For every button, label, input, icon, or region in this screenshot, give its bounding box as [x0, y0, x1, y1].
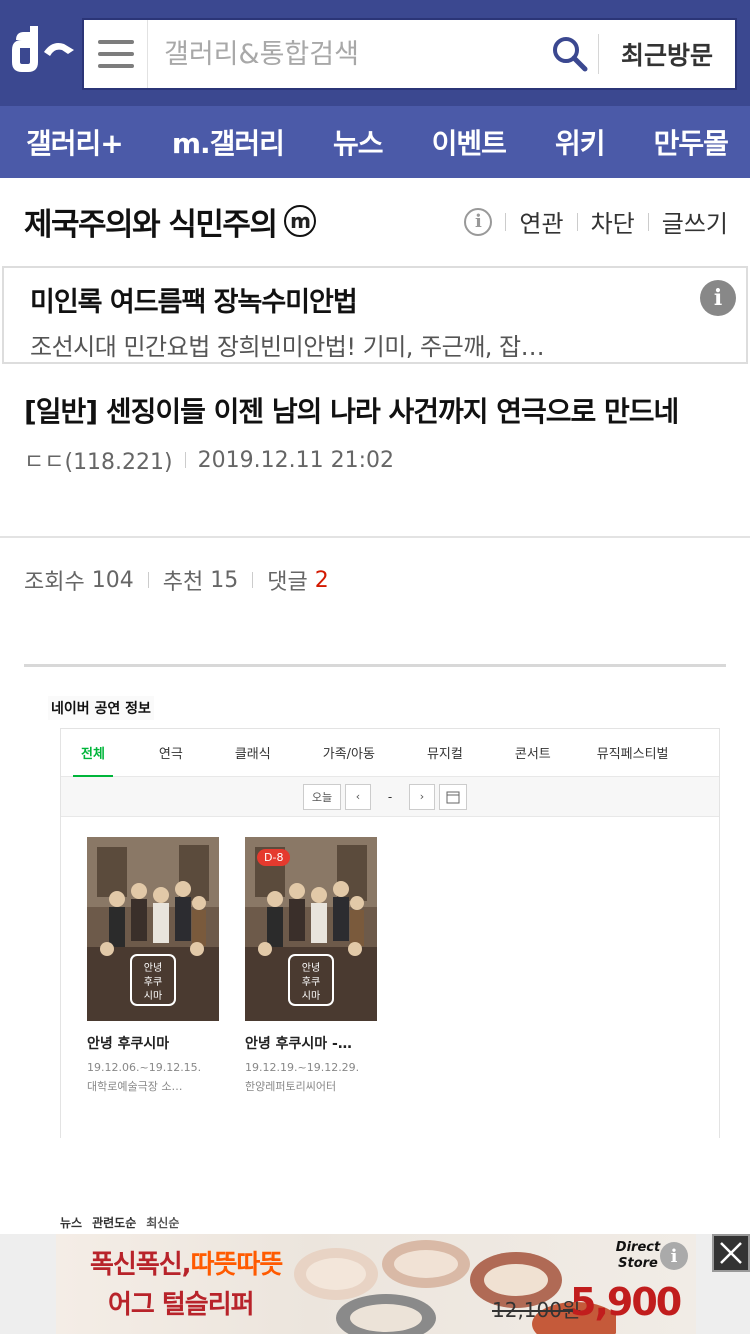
- recommend-count: 15: [210, 567, 239, 593]
- today-button: 오늘: [303, 783, 341, 810]
- svg-text:후쿠: 후쿠: [302, 976, 320, 988]
- svg-text:시마: 시마: [144, 990, 162, 1002]
- tab-classic: 클래식: [234, 747, 271, 762]
- tab-family: 가족/아동: [322, 747, 375, 762]
- nav-item-event[interactable]: 이벤트: [432, 122, 507, 162]
- recent-visit-button[interactable]: 최근방문: [599, 36, 735, 72]
- prev-date-icon: ‹: [345, 783, 371, 810]
- poster-image: 안녕 후쿠 시마: [87, 837, 219, 1021]
- close-icon[interactable]: [712, 1234, 750, 1272]
- views-count: 104: [91, 567, 134, 593]
- post-author[interactable]: ㄷㄷ(118.221): [24, 444, 173, 476]
- poster-item: 안녕 후쿠 시마 안녕 후쿠시마 19.12.06.~19.12.15. 대학로…: [87, 837, 219, 1094]
- ad-description: 조선시대 민간요법 장희빈미안법! 기미, 주근깨, 잡…: [30, 333, 545, 361]
- post-meta: ㄷㄷ(118.221) 2019.12.11 21:02: [24, 444, 726, 476]
- svg-text:안녕: 안녕: [302, 962, 320, 974]
- divider: [147, 572, 149, 588]
- dc-logo-icon[interactable]: [8, 22, 78, 82]
- hamburger-line: [97, 40, 134, 44]
- poster-venue: 대학로예술극장 소…: [87, 1080, 183, 1093]
- search-icon[interactable]: [542, 20, 598, 88]
- next-date-icon: ›: [409, 783, 435, 810]
- post-title: [일반] 센징이들 이젠 남의 나라 사건까지 연극으로 만드네: [24, 395, 679, 428]
- date-range: -: [387, 789, 393, 804]
- svg-text:후쿠: 후쿠: [144, 976, 162, 988]
- store-logo: Direct Store: [615, 1240, 661, 1271]
- divider: [252, 572, 254, 588]
- bottom-banner-ad: 폭신폭신,따뜻따뜻 어그 털슬리퍼 Direct Store i 12,100원…: [0, 1234, 750, 1334]
- search-input[interactable]: [148, 20, 542, 88]
- info-icon[interactable]: i: [464, 207, 493, 236]
- tab-concert: 콘서트: [514, 747, 551, 762]
- hamburger-line: [97, 64, 134, 68]
- post-header: [일반] 센징이들 이젠 남의 나라 사건까지 연극으로 만드네 ㄷㄷ(118.…: [0, 368, 750, 538]
- divider: [647, 212, 649, 231]
- poster-venue: 한양레퍼토리씨어터: [245, 1080, 337, 1093]
- views-label: 조회수: [24, 570, 85, 595]
- genre-tabs: 전체 연극 클래식 가족/아동 뮤지컬 콘서트 뮤직페스티벌: [61, 729, 719, 777]
- gallery-actions: i 연관 차단 글쓰기: [464, 204, 728, 239]
- menu-button[interactable]: [84, 20, 148, 88]
- banner-copy-1a: 폭신폭신,: [90, 1250, 192, 1280]
- banner-copy-1b: 따뜻따뜻: [190, 1250, 284, 1280]
- search-box: 최근방문: [82, 18, 737, 90]
- banner-copy-1: 폭신폭신,따뜻따뜻: [90, 1244, 284, 1281]
- gallery-title[interactable]: 제국주의와 식민주의: [24, 199, 278, 244]
- poster-list: 안녕 후쿠 시마 안녕 후쿠시마 19.12.06.~19.12.15. 대학로…: [87, 837, 377, 1094]
- related-sort: 뉴스 관련도순 최신순: [60, 1214, 179, 1231]
- sale-price: 5,900원: [570, 1280, 682, 1334]
- calendar-icon: [439, 783, 467, 810]
- poster-date: 19.12.06.~19.12.15.: [87, 1061, 202, 1074]
- svg-text:시마: 시마: [302, 990, 320, 1002]
- tab-all: 전체: [73, 743, 113, 777]
- nav-item-news[interactable]: 뉴스: [333, 122, 384, 162]
- nav-item-wiki[interactable]: 위키: [555, 122, 606, 162]
- sort-relevance[interactable]: 관련도순: [92, 1214, 136, 1231]
- tab-musical: 뮤지컬: [426, 747, 463, 762]
- post-stats: 조회수 104 추천 15 댓글 2: [24, 564, 329, 596]
- nav-item-m-gallery[interactable]: m.갤러리: [172, 122, 285, 162]
- performance-panel: 전체 연극 클래식 가족/아동 뮤지컬 콘서트 뮤직페스티벌 오늘 ‹ - ›: [60, 728, 720, 1138]
- embed-title: 네이버 공연 정보: [48, 696, 154, 720]
- divider: [184, 452, 186, 468]
- tab-play: 연극: [158, 747, 183, 762]
- poster-date: 19.12.19.~19.12.29.: [245, 1061, 360, 1074]
- recommend-label: 추천: [162, 570, 204, 595]
- main-nav: 갤러리+ m.갤러리 뉴스 이벤트 위키 만두몰: [0, 106, 750, 178]
- divider: [576, 212, 578, 231]
- post-image: 네이버 공연 정보 전체 연극 클래식 가족/아동 뮤지컬 콘서트 뮤직페스티벌…: [0, 680, 750, 1150]
- minor-gallery-badge: m: [284, 205, 317, 237]
- poster-title: 안녕 후쿠시마: [87, 1036, 170, 1052]
- tab-music-festival: 뮤직페스티벌: [596, 747, 669, 762]
- banner-ad[interactable]: 폭신폭신,따뜻따뜻 어그 털슬리퍼 Direct Store i 12,100원…: [56, 1234, 696, 1334]
- block-link[interactable]: 차단: [591, 204, 635, 239]
- reply-label[interactable]: 댓글: [267, 564, 307, 596]
- ad-info-icon[interactable]: i: [700, 280, 736, 316]
- related-link[interactable]: 연관: [519, 204, 563, 239]
- poster-title: 안녕 후쿠시마 -…: [245, 1036, 352, 1052]
- write-link[interactable]: 글쓰기: [662, 204, 728, 239]
- top-bar: 최근방문: [0, 0, 750, 106]
- date-bar: 오늘 ‹ - ›: [61, 777, 719, 817]
- nav-item-mandumall[interactable]: 만두몰: [654, 122, 729, 162]
- nav-item-gallery-plus[interactable]: 갤러리+: [26, 122, 124, 162]
- post-datetime: 2019.12.11 21:02: [197, 447, 394, 473]
- svg-text:안녕: 안녕: [144, 962, 162, 974]
- content-divider: [24, 664, 726, 667]
- ad-info-icon[interactable]: i: [660, 1242, 688, 1270]
- poster-image: 안녕 후쿠 시마 D-8: [245, 837, 377, 1021]
- dday-badge: D-8: [257, 849, 291, 866]
- divider: [505, 212, 507, 231]
- banner-copy-2: 어그 털슬리퍼: [108, 1290, 255, 1320]
- ad-title: 미인록 여드름팩 장녹수미안법: [30, 287, 358, 318]
- sort-latest[interactable]: 최신순: [146, 1214, 179, 1231]
- gallery-header: 제국주의와 식민주의 m i 연관 차단 글쓰기: [0, 178, 750, 264]
- hamburger-line: [97, 52, 134, 56]
- text-ad[interactable]: 미인록 여드름팩 장녹수미안법 조선시대 민간요법 장희빈미안법! 기미, 주근…: [2, 266, 748, 364]
- reply-count[interactable]: 2: [315, 568, 329, 593]
- poster-item: 안녕 후쿠 시마 D-8 안녕 후쿠시마 -… 19.12.19.~19.12.…: [245, 837, 377, 1094]
- related-news[interactable]: 뉴스: [60, 1214, 82, 1231]
- original-price: 12,100원: [492, 1298, 581, 1322]
